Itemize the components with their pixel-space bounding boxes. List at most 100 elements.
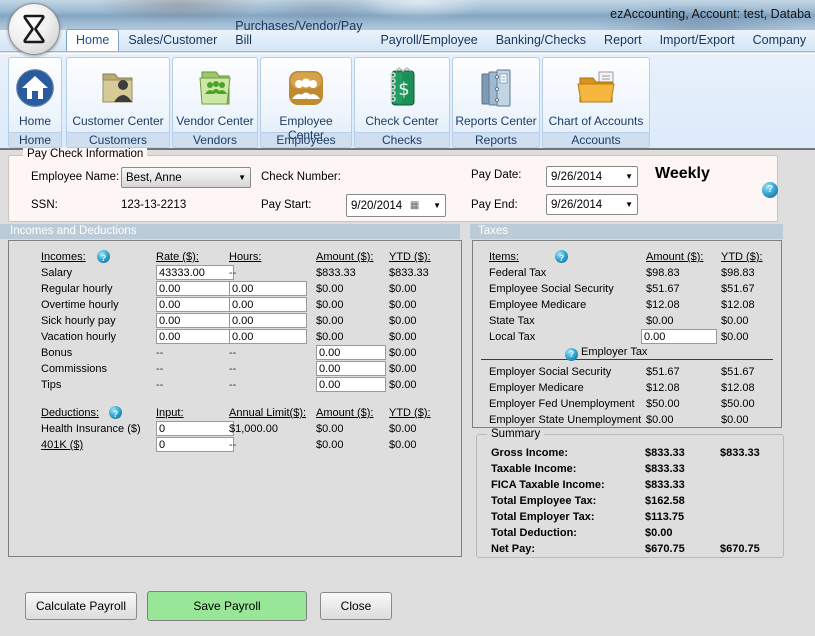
pay-date-select[interactable]: 9/26/2014 ▼ bbox=[546, 166, 638, 187]
taxes-section-header: Taxes bbox=[470, 224, 783, 239]
app-logo-icon[interactable] bbox=[8, 3, 60, 55]
income-label: Commissions bbox=[41, 361, 107, 377]
deduction-label: Health Insurance ($) bbox=[41, 421, 141, 437]
tax-row-employer-fed-unemployment: Employer Fed Unemployment $50.00 $50.00 bbox=[473, 396, 781, 412]
summary-row-net-pay: Net Pay: $670.75 $670.75 bbox=[477, 541, 783, 557]
summary-amount: $833.33 bbox=[645, 445, 685, 461]
income-ytd: $0.00 bbox=[389, 329, 417, 345]
sick-hourly-rate-input[interactable] bbox=[156, 313, 234, 328]
employee-name-select[interactable]: Best, Anne ▼ bbox=[121, 167, 251, 188]
toolbar-group-label: Customers bbox=[67, 132, 169, 148]
regular-hourly-hours-input[interactable] bbox=[229, 281, 307, 296]
help-icon[interactable]: ? bbox=[555, 250, 568, 263]
summary-amount: $113.75 bbox=[645, 509, 684, 525]
toolbar-button-label: Check Center bbox=[355, 114, 449, 131]
toolbar-home-button[interactable]: Home Home bbox=[8, 57, 62, 148]
menu-banking-checks[interactable]: Banking/Checks bbox=[487, 30, 595, 51]
pay-start-datepicker[interactable]: 9/20/2014 ▦ ▼ bbox=[346, 194, 446, 217]
tax-label: Local Tax bbox=[489, 329, 535, 345]
tax-amount: $12.08 bbox=[646, 380, 680, 396]
income-row-salary: Salary -- $833.33 $833.33 bbox=[9, 265, 461, 281]
vacation-hourly-hours-input[interactable] bbox=[229, 329, 307, 344]
taxes-panel: Items: ? Amount ($): YTD ($): Federal Ta… bbox=[472, 240, 782, 428]
help-icon[interactable]: ? bbox=[762, 182, 778, 198]
summary-label: Net Pay: bbox=[491, 541, 535, 557]
help-icon[interactable]: ? bbox=[565, 348, 578, 361]
hours-column-header: Hours: bbox=[229, 249, 261, 265]
calculate-payroll-button[interactable]: Calculate Payroll bbox=[25, 592, 137, 620]
menu-company[interactable]: Company bbox=[744, 30, 815, 51]
summary-row-total-employee-tax: Total Employee Tax: $162.58 bbox=[477, 493, 783, 509]
toolbar-group-label: Home bbox=[9, 132, 61, 148]
menu-home[interactable]: Home bbox=[66, 29, 119, 51]
toolbar-vendor-center-button[interactable]: Vendor Center Vendors bbox=[172, 57, 258, 148]
tax-amount: $50.00 bbox=[646, 396, 680, 412]
bonus-amount-input[interactable] bbox=[316, 345, 386, 360]
incomes-deductions-panel: Incomes: ? Rate ($): Hours: Amount ($): … bbox=[8, 240, 462, 557]
check-number-label: Check Number: bbox=[261, 171, 341, 183]
tax-label: Employer Medicare bbox=[489, 380, 584, 396]
menu-bar: Home Sales/Customer Purchases/Vendor/Pay… bbox=[0, 30, 815, 52]
menu-purchases[interactable]: Purchases/Vendor/Pay Bill bbox=[226, 16, 371, 51]
income-label: Salary bbox=[41, 265, 72, 281]
deduction-401k-link[interactable]: 401K ($) bbox=[41, 437, 83, 453]
save-payroll-button[interactable]: Save Payroll bbox=[147, 591, 307, 621]
income-row-overtime-hourly: Overtime hourly $0.00 $0.00 bbox=[9, 297, 461, 313]
menu-payroll-employee[interactable]: Payroll/Employee bbox=[371, 30, 486, 51]
pay-end-select[interactable]: 9/26/2014 ▼ bbox=[546, 194, 638, 215]
health-insurance-input[interactable] bbox=[156, 421, 234, 436]
regular-hourly-rate-input[interactable] bbox=[156, 281, 234, 296]
deductions-column-header: Deductions: bbox=[41, 405, 99, 421]
summary-label: Total Employer Tax: bbox=[491, 509, 595, 525]
summary-ytd: $670.75 bbox=[720, 541, 760, 557]
tax-row-federal: Federal Tax $98.83 $98.83 bbox=[473, 265, 781, 281]
401k-input[interactable] bbox=[156, 437, 234, 452]
tax-row-employee-medicare: Employee Medicare $12.08 $12.08 bbox=[473, 297, 781, 313]
toolbar-group-label: Reports bbox=[453, 132, 539, 148]
income-hours: -- bbox=[229, 361, 236, 377]
local-tax-input[interactable] bbox=[641, 329, 717, 344]
toolbar-customer-center-button[interactable]: Customer Center Customers bbox=[66, 57, 170, 148]
sick-hourly-hours-input[interactable] bbox=[229, 313, 307, 328]
tax-ytd: $0.00 bbox=[721, 412, 749, 428]
deduction-row-401k: 401K ($) -- $0.00 $0.00 bbox=[9, 437, 461, 453]
toolbar-ribbon: Home Home Customer Center Customers bbox=[0, 53, 815, 149]
vacation-hourly-rate-input[interactable] bbox=[156, 329, 234, 344]
tax-amount: $51.67 bbox=[646, 364, 680, 380]
income-ytd: $0.00 bbox=[389, 313, 417, 329]
income-ytd: $833.33 bbox=[389, 265, 429, 281]
toolbar-check-center-button[interactable]: $ Check Center Checks bbox=[354, 57, 450, 148]
close-button[interactable]: Close bbox=[320, 592, 392, 620]
tax-row-employer-state-unemployment: Employer State Unemployment $0.00 $0.00 bbox=[473, 412, 781, 428]
menu-import-export[interactable]: Import/Export bbox=[651, 30, 744, 51]
tax-amount: $98.83 bbox=[646, 265, 680, 281]
income-ytd: $0.00 bbox=[389, 361, 417, 377]
tax-label: Employer Fed Unemployment bbox=[489, 396, 635, 412]
tax-label: Federal Tax bbox=[489, 265, 546, 281]
toolbar-chart-of-accounts-button[interactable]: Chart of Accounts Accounts bbox=[542, 57, 650, 148]
toolbar-employee-center-button[interactable]: Employee Center Employees bbox=[260, 57, 352, 148]
title-bar: ezAccounting, Account: test, Databa bbox=[0, 0, 815, 30]
toolbar-reports-center-button[interactable]: Reports Center Reports bbox=[452, 57, 540, 148]
toolbar-button-label: Chart of Accounts bbox=[543, 114, 649, 131]
help-icon[interactable]: ? bbox=[97, 250, 110, 263]
employee-center-icon bbox=[261, 58, 351, 114]
items-column-header: Items: bbox=[489, 249, 519, 265]
overtime-hourly-rate-input[interactable] bbox=[156, 297, 234, 312]
summary-label: FICA Taxable Income: bbox=[491, 477, 605, 493]
help-icon[interactable]: ? bbox=[109, 406, 122, 419]
toolbar-button-label: Home bbox=[9, 114, 61, 131]
income-ytd: $0.00 bbox=[389, 345, 417, 361]
salary-rate-input[interactable] bbox=[156, 265, 234, 280]
tips-amount-input[interactable] bbox=[316, 377, 386, 392]
pay-end-value: 9/26/2014 bbox=[551, 199, 602, 211]
income-ytd: $0.00 bbox=[389, 281, 417, 297]
tax-row-employer-social-security: Employer Social Security $51.67 $51.67 bbox=[473, 364, 781, 380]
commissions-amount-input[interactable] bbox=[316, 361, 386, 376]
menu-sales-customer[interactable]: Sales/Customer bbox=[119, 30, 226, 51]
menu-report[interactable]: Report bbox=[595, 30, 651, 51]
summary-amount: $833.33 bbox=[645, 477, 685, 493]
pay-start-label: Pay Start: bbox=[261, 199, 312, 211]
overtime-hourly-hours-input[interactable] bbox=[229, 297, 307, 312]
incomes-header-row: Incomes: ? Rate ($): Hours: Amount ($): … bbox=[9, 249, 461, 265]
